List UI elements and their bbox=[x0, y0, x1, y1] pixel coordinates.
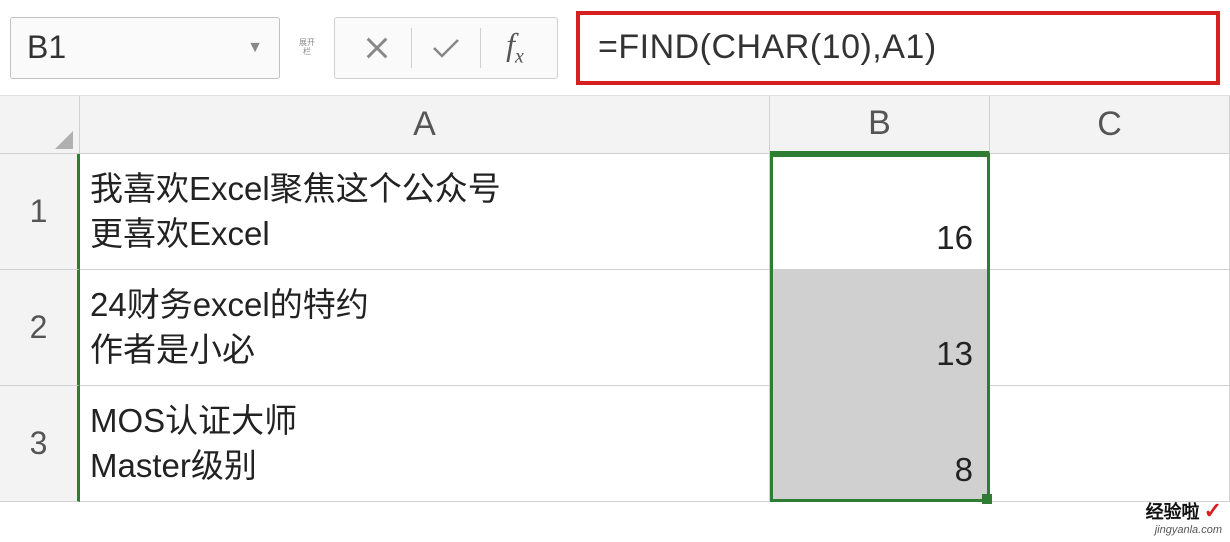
formula-bar: B1 ▼ 展开栏 fx =FIND(CHAR(10),A1) bbox=[0, 0, 1230, 96]
corner-triangle-icon bbox=[55, 131, 73, 149]
column-header-a[interactable]: A bbox=[80, 96, 770, 154]
check-icon: ✓ bbox=[1204, 498, 1222, 524]
cell-c2[interactable] bbox=[990, 270, 1230, 386]
fx-icon: fx bbox=[506, 26, 524, 68]
formula-controls: fx bbox=[334, 17, 558, 79]
table-row: 2 24财务excel的特约 作者是小必 13 bbox=[0, 270, 1230, 386]
watermark-title: 经验啦 bbox=[1146, 498, 1200, 524]
cell-a1[interactable]: 我喜欢Excel聚焦这个公众号 更喜欢Excel bbox=[80, 154, 770, 270]
column-header-c[interactable]: C bbox=[990, 96, 1230, 154]
cell-c3[interactable] bbox=[990, 386, 1230, 502]
spreadsheet-grid: A B C 1 我喜欢Excel聚焦这个公众号 更喜欢Excel 16 2 24… bbox=[0, 96, 1230, 502]
select-all-corner[interactable] bbox=[0, 96, 80, 154]
enter-button[interactable] bbox=[412, 19, 480, 77]
watermark-url: jingyanla.com bbox=[1146, 524, 1222, 536]
column-headers-row: A B C bbox=[0, 96, 1230, 154]
row-header-2[interactable]: 2 bbox=[0, 270, 80, 386]
cell-value: 13 bbox=[936, 332, 973, 377]
name-box-value: B1 bbox=[27, 29, 247, 66]
watermark: 经验啦 ✓ jingyanla.com bbox=[1146, 498, 1222, 536]
expand-bar-label: 展开栏 bbox=[298, 39, 316, 57]
formula-input[interactable]: =FIND(CHAR(10),A1) bbox=[576, 11, 1220, 85]
cell-b1[interactable]: 16 bbox=[770, 154, 990, 270]
insert-function-button[interactable]: fx bbox=[481, 19, 549, 77]
cell-line: 24财务excel的特约 bbox=[90, 283, 759, 328]
cell-line: MOS认证大师 bbox=[90, 399, 759, 444]
cell-a3[interactable]: MOS认证大师 Master级别 bbox=[80, 386, 770, 502]
name-box[interactable]: B1 ▼ bbox=[10, 17, 280, 79]
cell-line: 作者是小必 bbox=[90, 328, 759, 373]
check-icon bbox=[430, 36, 462, 60]
cell-line: 更喜欢Excel bbox=[90, 212, 759, 257]
x-icon bbox=[363, 34, 391, 62]
cell-value: 16 bbox=[936, 216, 973, 261]
row-header-3[interactable]: 3 bbox=[0, 386, 80, 502]
cancel-button[interactable] bbox=[343, 19, 411, 77]
cell-value: 8 bbox=[955, 448, 973, 493]
cell-line: Master级别 bbox=[90, 444, 759, 489]
formula-text: =FIND(CHAR(10),A1) bbox=[598, 28, 937, 67]
cell-line: 我喜欢Excel聚焦这个公众号 bbox=[90, 167, 759, 212]
cell-b2[interactable]: 13 bbox=[770, 270, 990, 386]
table-row: 1 我喜欢Excel聚焦这个公众号 更喜欢Excel 16 bbox=[0, 154, 1230, 270]
column-header-b[interactable]: B bbox=[770, 96, 990, 154]
cell-b3[interactable]: 8 bbox=[770, 386, 990, 502]
cell-a2[interactable]: 24财务excel的特约 作者是小必 bbox=[80, 270, 770, 386]
name-box-dropdown-icon[interactable]: ▼ bbox=[247, 39, 263, 57]
row-header-1[interactable]: 1 bbox=[0, 154, 80, 270]
cell-c1[interactable] bbox=[990, 154, 1230, 270]
table-row: 3 MOS认证大师 Master级别 8 bbox=[0, 386, 1230, 502]
